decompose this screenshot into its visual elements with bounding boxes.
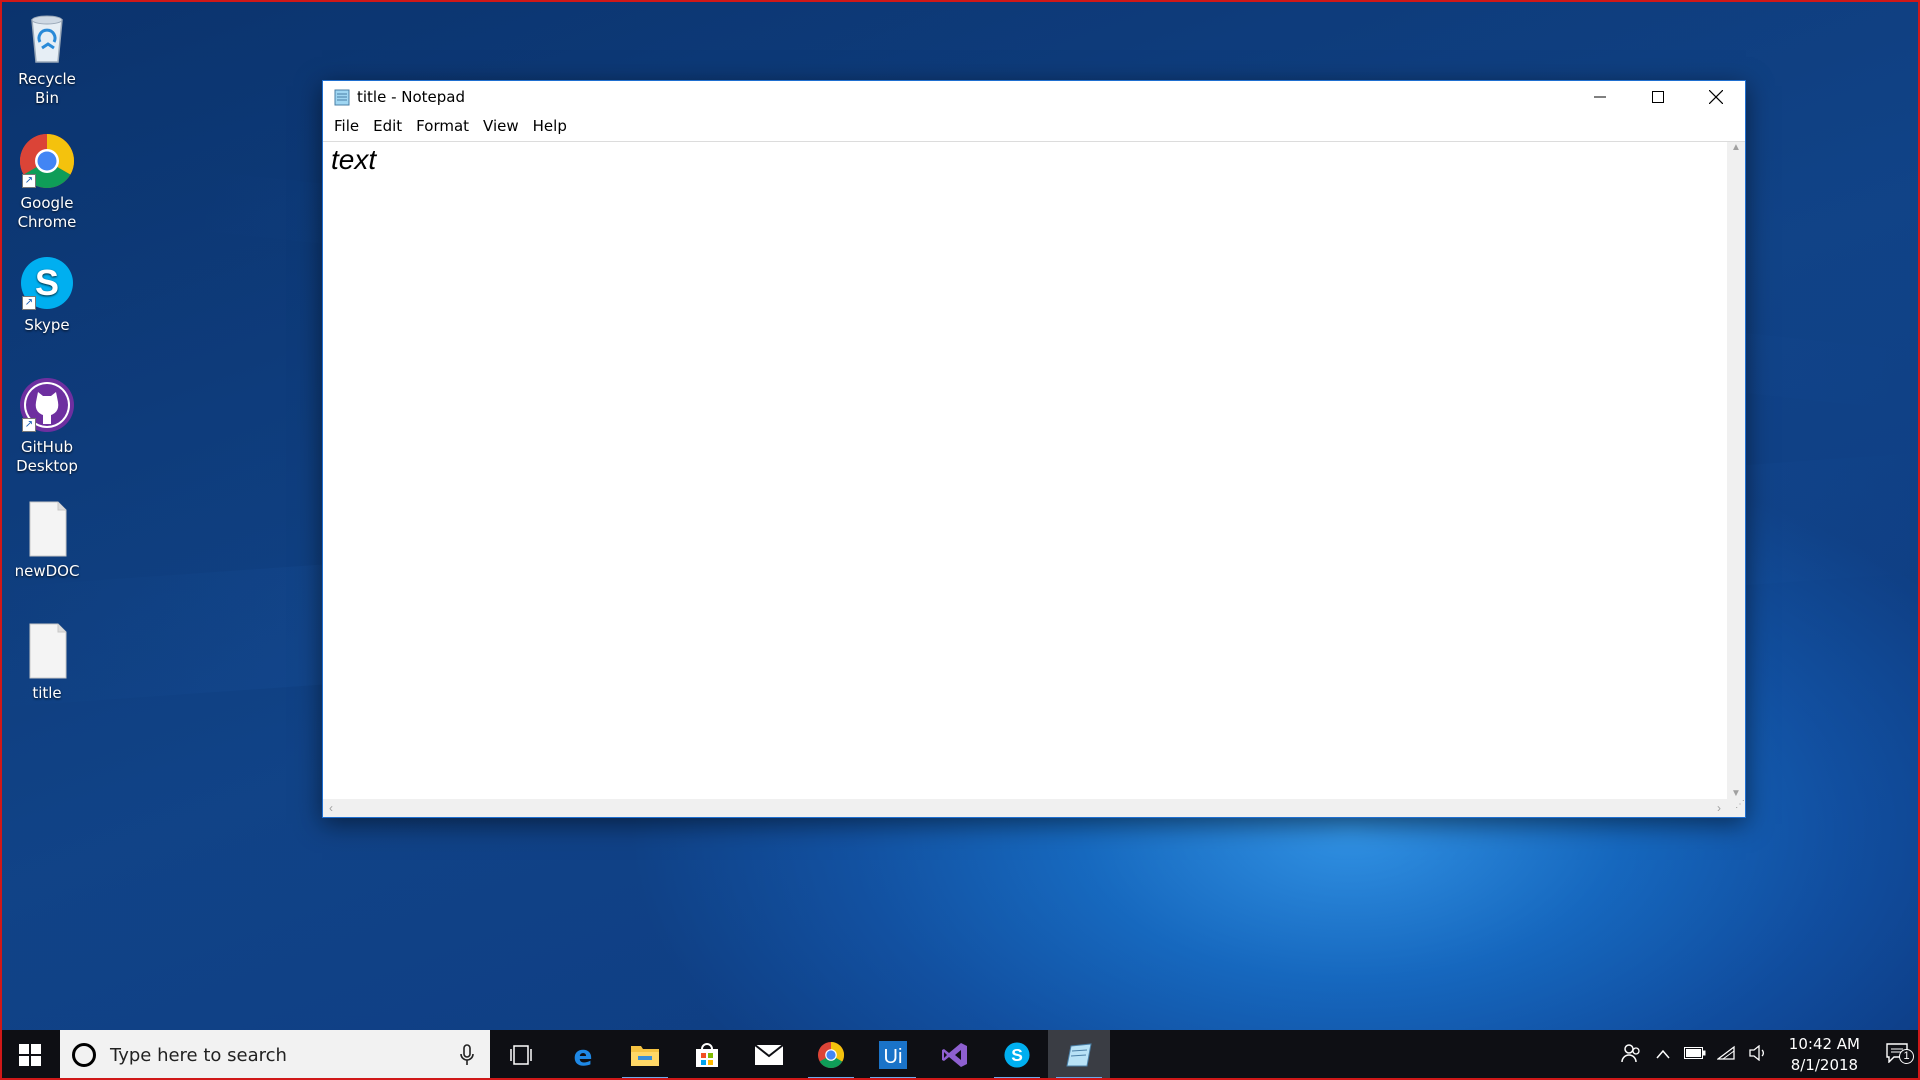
taskbar-uipath[interactable]: Ui	[862, 1030, 924, 1080]
minimize-icon	[1594, 96, 1606, 98]
mail-icon	[754, 1044, 784, 1065]
menu-view[interactable]: View	[476, 117, 526, 135]
start-button[interactable]	[0, 1030, 60, 1080]
notepad-icon	[1066, 1043, 1092, 1067]
document-icon	[18, 500, 76, 558]
windows-logo-icon	[19, 1044, 41, 1066]
taskbar-edge[interactable]: e	[552, 1030, 614, 1080]
folder-icon	[631, 1046, 659, 1066]
store-icon	[696, 1043, 718, 1067]
shortcut-arrow-icon: ↗	[22, 296, 36, 310]
search-placeholder: Type here to search	[110, 1044, 287, 1066]
taskbar-chrome[interactable]	[800, 1030, 862, 1080]
github-icon: ↗	[18, 376, 76, 434]
battery-icon[interactable]	[1679, 1046, 1711, 1064]
taskbar-store[interactable]	[676, 1030, 738, 1080]
scroll-up-icon[interactable]: ▲	[1731, 142, 1741, 153]
chrome-icon: ↗	[18, 132, 76, 190]
minimize-button[interactable]	[1571, 81, 1629, 113]
desktop-icon-label: Recycle Bin	[18, 70, 76, 107]
taskbar-search-box[interactable]: Type here to search	[60, 1030, 490, 1080]
recycle-bin-icon	[18, 8, 76, 66]
task-view-icon	[510, 1045, 532, 1065]
desktop-icon-google-chrome[interactable]: ↗ Google Chrome	[6, 132, 88, 232]
menu-file[interactable]: File	[327, 117, 366, 135]
taskbar-clock[interactable]: 10:42 AM 8/1/2018	[1775, 1034, 1874, 1076]
notification-count-badge: 1	[1899, 1048, 1914, 1064]
people-icon[interactable]	[1615, 1043, 1647, 1068]
window-title: title - Notepad	[357, 88, 466, 106]
shortcut-arrow-icon: ↗	[22, 418, 36, 432]
desktop-icon-github-desktop[interactable]: ↗ GitHub Desktop	[6, 376, 88, 476]
notepad-window[interactable]: title - Notepad File Edit Format View He…	[322, 80, 1746, 818]
vertical-scrollbar[interactable]: ▲ ▼	[1727, 142, 1745, 799]
svg-text:S: S	[35, 262, 59, 303]
cortana-icon	[72, 1043, 96, 1067]
edge-icon: e	[574, 1041, 593, 1069]
svg-text:Ui: Ui	[884, 1046, 903, 1068]
scroll-right-icon[interactable]: ›	[1717, 801, 1721, 815]
taskbar-skype[interactable]: S	[986, 1030, 1048, 1080]
scroll-down-icon[interactable]: ▼	[1731, 788, 1741, 799]
svg-text:S: S	[1011, 1045, 1023, 1065]
action-center-button[interactable]: 1	[1874, 1042, 1920, 1068]
close-button[interactable]	[1687, 81, 1745, 113]
skype-icon: S ↗	[18, 254, 76, 312]
volume-icon[interactable]	[1743, 1044, 1775, 1066]
desktop-icon-skype[interactable]: S ↗ Skype	[6, 254, 88, 335]
menu-edit[interactable]: Edit	[366, 117, 409, 135]
menu-format[interactable]: Format	[409, 117, 476, 135]
desktop-icon-label: newDOC	[14, 562, 80, 580]
maximize-icon	[1652, 91, 1664, 103]
skype-icon: S	[1004, 1042, 1030, 1068]
chrome-icon	[817, 1041, 845, 1069]
scroll-left-icon[interactable]: ‹	[329, 801, 333, 815]
window-titlebar[interactable]: title - Notepad	[323, 81, 1745, 113]
taskbar-file-explorer[interactable]	[614, 1030, 676, 1080]
menu-bar: File Edit Format View Help	[323, 113, 1745, 139]
taskbar: Type here to search e Ui S 10:42 AM 8/1/…	[0, 1030, 1920, 1080]
resize-grip-icon[interactable]: ⋰	[1727, 799, 1745, 817]
visual-studio-icon	[942, 1043, 967, 1067]
uipath-icon: Ui	[879, 1041, 907, 1069]
shortcut-arrow-icon: ↗	[22, 174, 36, 188]
desktop-icon-recycle-bin[interactable]: Recycle Bin	[6, 8, 88, 108]
editor-content[interactable]: text	[331, 144, 376, 176]
show-hidden-icons-chevron-up-icon[interactable]	[1647, 1046, 1679, 1064]
desktop-icon-label: Google Chrome	[17, 194, 77, 231]
desktop-icon-label: title	[32, 684, 62, 702]
menu-help[interactable]: Help	[526, 117, 574, 135]
taskbar-notepad[interactable]	[1048, 1030, 1110, 1080]
desktop-icon-label: Skype	[24, 316, 70, 334]
microphone-icon[interactable]	[460, 1044, 474, 1066]
taskbar-visual-studio[interactable]	[924, 1030, 986, 1080]
clock-date: 8/1/2018	[1790, 1056, 1859, 1074]
desktop-icon-label: GitHub Desktop	[16, 438, 78, 475]
system-tray: 10:42 AM 8/1/2018 1	[1615, 1030, 1920, 1080]
horizontal-scrollbar[interactable]: ‹ ›	[323, 799, 1727, 817]
taskbar-mail[interactable]	[738, 1030, 800, 1080]
desktop-icon-title[interactable]: title	[6, 622, 88, 703]
svg-text:e: e	[574, 1041, 593, 1069]
network-wifi-icon[interactable]	[1711, 1045, 1743, 1066]
task-view-button[interactable]	[490, 1030, 552, 1080]
desktop-icon-newdoc[interactable]: newDOC	[6, 500, 88, 581]
clock-time: 10:42 AM	[1788, 1035, 1860, 1053]
maximize-button[interactable]	[1629, 81, 1687, 113]
text-editor[interactable]: text ▲ ▼ ‹ › ⋰	[323, 141, 1745, 817]
notepad-icon	[333, 88, 351, 106]
close-icon	[1709, 90, 1723, 104]
document-icon	[18, 622, 76, 680]
